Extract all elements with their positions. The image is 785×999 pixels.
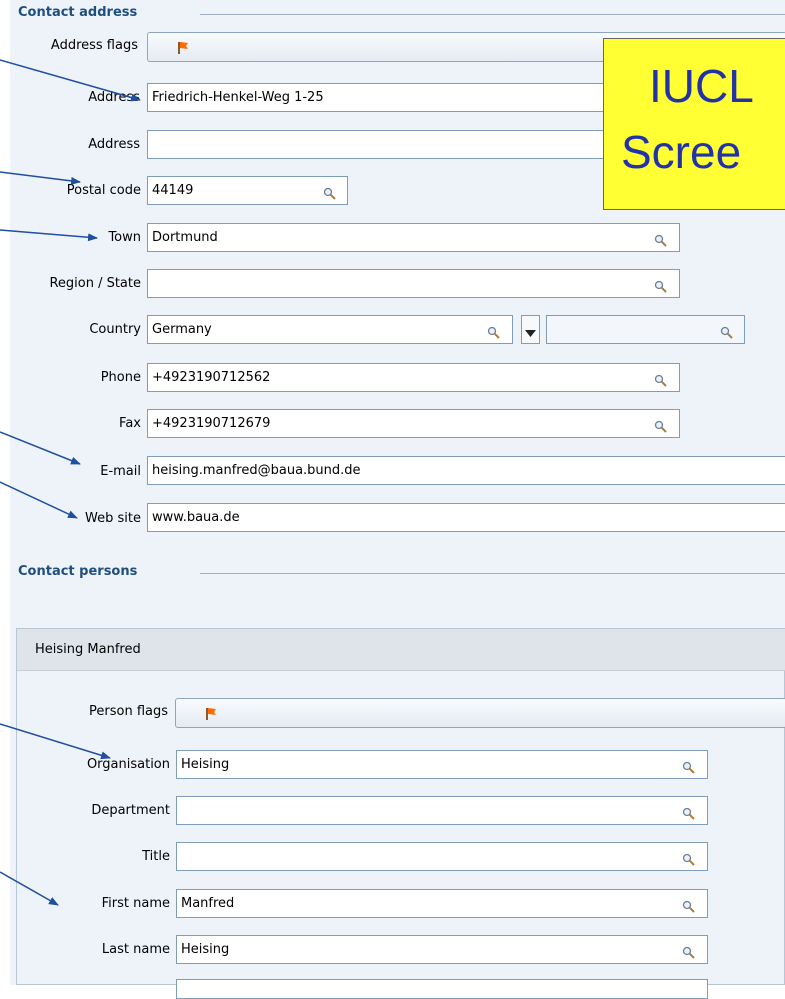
fax-value: +4923190712679 <box>152 416 271 431</box>
department-label: Department <box>91 803 170 818</box>
country-dropdown-button[interactable] <box>521 315 540 344</box>
title-label: Title <box>142 849 170 864</box>
email-field[interactable]: heising.manfred@baua.bund.de <box>147 456 785 485</box>
magnifier-icon[interactable] <box>654 276 667 293</box>
website-label: Web site <box>85 511 141 526</box>
last-name-field[interactable]: Heising <box>176 935 708 964</box>
magnifier-icon[interactable] <box>682 849 695 866</box>
magnifier-icon[interactable] <box>682 896 695 913</box>
next-field[interactable] <box>176 979 708 999</box>
region-state-label: Region / State <box>49 276 141 291</box>
magnifier-icon[interactable] <box>654 230 667 247</box>
magnifier-icon[interactable] <box>682 942 695 959</box>
phone-field[interactable]: +4923190712562 <box>147 363 680 392</box>
flag-icon <box>176 41 190 59</box>
first-name-value: Manfred <box>181 896 235 911</box>
email-label: E-mail <box>100 464 141 479</box>
magnifier-icon[interactable] <box>682 803 695 820</box>
country-field[interactable]: Germany <box>147 315 513 344</box>
postal-code-label: Postal code <box>66 183 141 198</box>
organisation-field[interactable]: Heising <box>176 750 708 779</box>
fax-label: Fax <box>119 416 141 431</box>
section-divider <box>200 14 785 15</box>
magnifier-icon[interactable] <box>720 322 733 339</box>
callout-line2: Scree <box>621 126 742 178</box>
town-value: Dortmund <box>152 230 218 245</box>
first-name-field[interactable]: Manfred <box>176 889 708 918</box>
last-name-value: Heising <box>181 942 230 957</box>
person-flags-bar[interactable] <box>175 698 785 728</box>
phone-label: Phone <box>100 370 141 385</box>
country-secondary-field[interactable] <box>546 315 745 344</box>
person-flags-label: Person flags <box>89 704 168 719</box>
postal-code-field[interactable]: 44149 <box>147 176 348 205</box>
fax-field[interactable]: +4923190712679 <box>147 409 680 438</box>
phone-value: +4923190712562 <box>152 370 271 385</box>
country-label: Country <box>89 322 141 337</box>
section-divider <box>200 573 785 574</box>
region-state-field[interactable] <box>147 269 680 298</box>
country-value: Germany <box>152 322 212 337</box>
address-flags-label: Address flags <box>50 38 138 53</box>
address-label: Address <box>88 137 140 152</box>
organisation-label: Organisation <box>86 757 170 772</box>
contact-persons-title: Contact persons <box>18 564 144 579</box>
magnifier-icon[interactable] <box>654 416 667 433</box>
last-name-label: Last name <box>101 942 170 957</box>
triangle-down-icon <box>525 326 536 341</box>
title-field[interactable] <box>176 842 708 871</box>
callout-box: IUCL Scree <box>603 38 785 210</box>
first-name-label: First name <box>101 896 170 911</box>
address-label: Address <box>88 90 140 105</box>
magnifier-icon[interactable] <box>323 183 336 200</box>
organisation-value: Heising <box>181 757 230 772</box>
contact-address-title: Contact address <box>18 5 144 20</box>
magnifier-icon[interactable] <box>654 370 667 387</box>
postal-code-value: 44149 <box>152 183 194 198</box>
department-field[interactable] <box>176 796 708 825</box>
magnifier-icon[interactable] <box>682 757 695 774</box>
website-field[interactable]: www.baua.de <box>147 503 785 532</box>
town-label: Town <box>108 230 141 245</box>
flag-icon <box>204 707 218 725</box>
magnifier-icon[interactable] <box>487 322 500 339</box>
callout-line1: IUCL <box>649 60 754 112</box>
person-header[interactable]: Heising Manfred <box>17 629 785 671</box>
town-field[interactable]: Dortmund <box>147 223 680 252</box>
